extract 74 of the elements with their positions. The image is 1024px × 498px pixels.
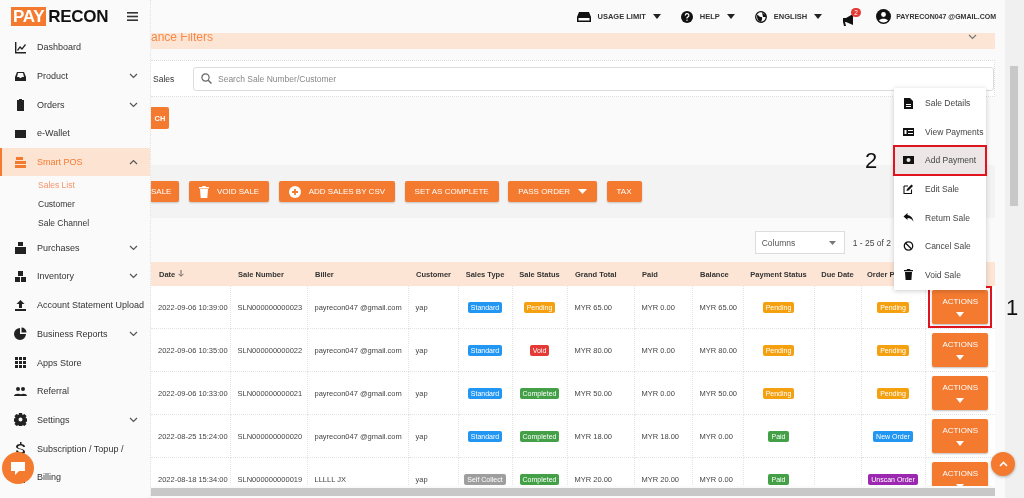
menu-item[interactable]: Add Payment (894, 146, 986, 175)
chevron-up-icon (998, 461, 1008, 467)
menu-item-icon (14, 241, 27, 255)
sidebar-item[interactable]: Dashboard (0, 33, 150, 62)
ban-icon (903, 241, 914, 252)
menu-item-icon (14, 356, 27, 370)
pagination-text: 1 - 25 of 2 (852, 237, 891, 248)
globe-icon (754, 10, 767, 23)
chevron-icon (129, 416, 138, 423)
sidebar-item[interactable]: Referral (0, 376, 150, 406)
caret-icon (956, 355, 965, 360)
step-number: 2 (865, 149, 878, 173)
caret-icon (828, 240, 836, 245)
submenu-item[interactable]: Customer (0, 195, 150, 215)
sidebar-item[interactable]: Apps Store (0, 348, 150, 377)
step-number: 1 (1006, 296, 1019, 320)
help-icon (680, 10, 693, 23)
caret-icon (956, 312, 965, 317)
menu-item-icon (14, 40, 27, 54)
menu-item[interactable]: Cancel Sale (894, 231, 986, 261)
logo: PAY RECON (11, 6, 109, 27)
menu-item[interactable]: Return Sale (894, 203, 986, 232)
edit-icon (903, 184, 914, 195)
menu-item-icon (14, 384, 27, 398)
chat-icon (11, 461, 25, 475)
banknote-icon (903, 156, 914, 165)
submenu-item[interactable]: Sale Channel (0, 214, 150, 234)
menu-item[interactable]: View Payments (894, 117, 986, 147)
search-field[interactable]: Search Sale Number/Customer (193, 66, 994, 91)
search-label: Sales (152, 73, 176, 84)
sidebar-item[interactable]: Orders (0, 90, 150, 120)
sidebar-item[interactable]: Product (0, 61, 150, 91)
menu-item-icon (14, 298, 27, 312)
menu-item-icon (14, 413, 27, 427)
menu-item[interactable]: Sale Details (894, 89, 986, 118)
caret-icon (956, 398, 965, 403)
chevron-icon (129, 101, 138, 108)
trash-icon (903, 269, 914, 281)
document-icon (903, 97, 914, 109)
menu-item-icon (14, 98, 27, 112)
caret-icon (956, 441, 965, 446)
user-icon (876, 9, 892, 24)
plus-circle-icon (288, 185, 301, 198)
menu-item-icon (14, 327, 27, 341)
menu-item-icon (14, 69, 27, 83)
menu-icon[interactable] (127, 12, 138, 21)
caret-icon (578, 189, 588, 194)
caret-icon (726, 14, 735, 19)
sidebar-item[interactable]: e-Wallet (0, 119, 150, 148)
caret-icon (814, 14, 823, 19)
horizontal-scrollbar[interactable] (151, 488, 995, 496)
sidebar-item[interactable]: Inventory (0, 262, 150, 291)
sidebar-item[interactable]: Business Reports (0, 319, 150, 349)
sidebar-item[interactable]: Purchases (0, 233, 150, 263)
menu-item-icon (14, 155, 27, 169)
sidebar-item[interactable]: Settings (0, 405, 150, 435)
chevron-icon (129, 73, 138, 80)
chevron-icon (129, 244, 138, 251)
menu-item[interactable]: Edit Sale (894, 174, 986, 204)
sidebar-item[interactable]: Account Statement Upload (0, 290, 150, 320)
chevron-icon (129, 159, 138, 166)
trash-icon (198, 185, 209, 198)
sort-arrow-icon (178, 269, 185, 277)
search-icon (201, 73, 212, 84)
reply-arrow-icon (903, 213, 914, 223)
card-icon (903, 127, 914, 136)
columns-dropdown[interactable]: Columns (754, 231, 845, 254)
chevron-icon (129, 330, 138, 337)
menu-item-icon (14, 269, 27, 283)
chevron-icon (968, 34, 977, 40)
storage-icon (576, 11, 591, 22)
vertical-scrollbar[interactable] (1005, 0, 1024, 498)
caret-icon (652, 14, 661, 19)
chevron-icon (129, 273, 138, 280)
